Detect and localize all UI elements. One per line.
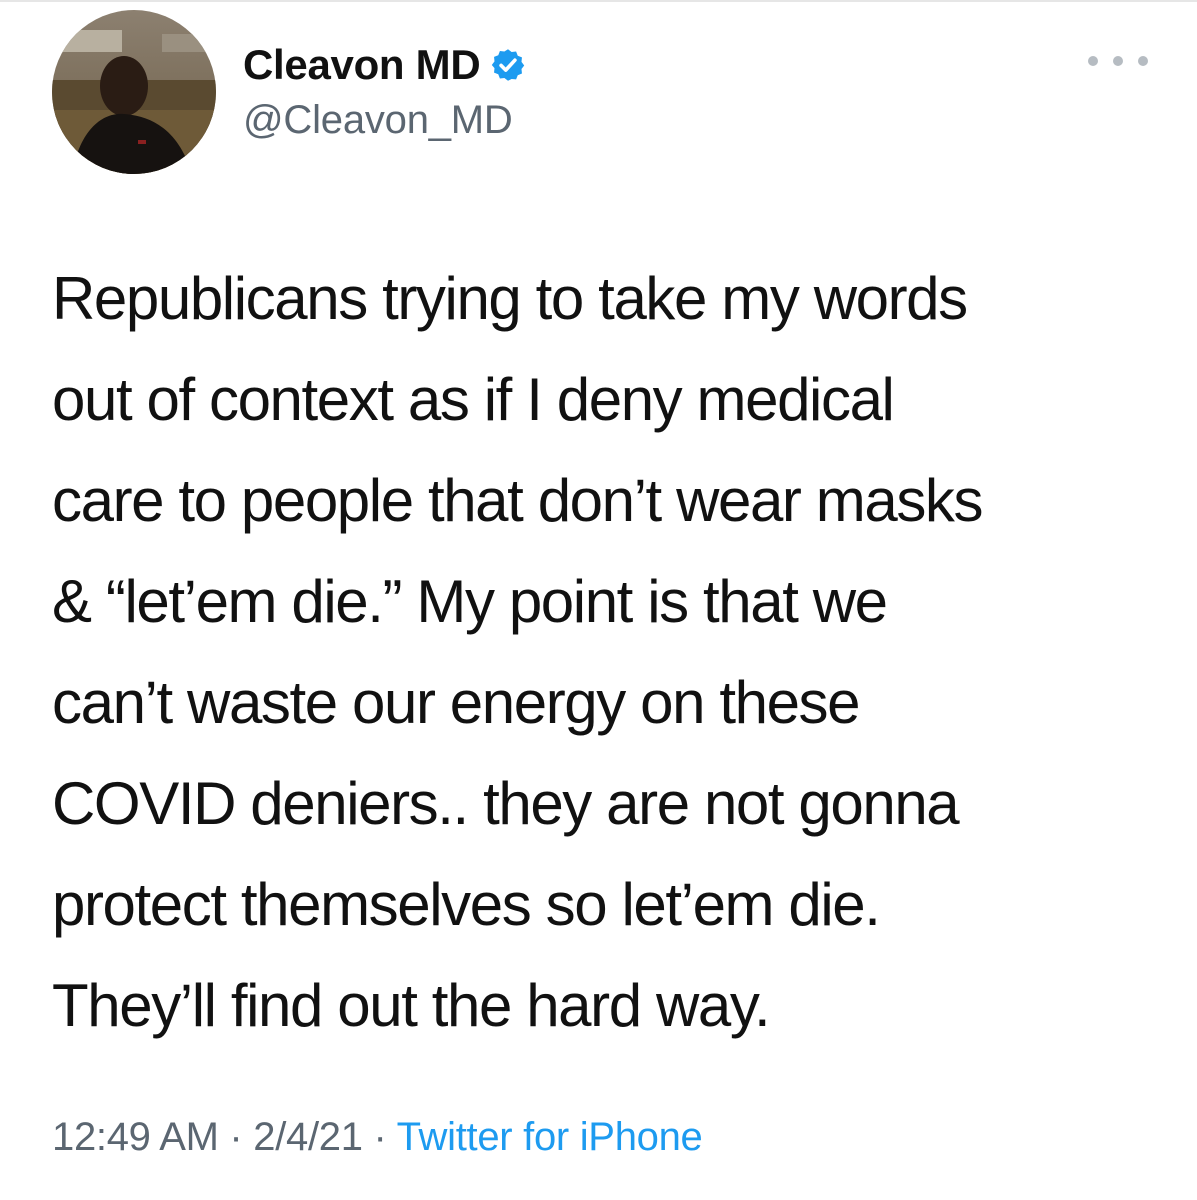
author-handle[interactable]: @Cleavon_MD <box>243 98 526 143</box>
tweet-line: Republicans trying to take my words <box>52 265 968 332</box>
tweet-card: Cleavon MD @Cleavon_MD Republicans tryin… <box>0 0 1197 1200</box>
tweet-line: They’ll find out the hard way. <box>52 972 771 1039</box>
meta-separator: · <box>218 1115 254 1159</box>
tweet-source-link[interactable]: Twitter for iPhone <box>397 1115 703 1159</box>
tweet-line: COVID deniers.. they are not gonna <box>52 770 960 837</box>
name-row: Cleavon MD <box>243 38 526 92</box>
more-dot <box>1113 56 1123 66</box>
tweet-meta: 12:49 AM · 2/4/21 · Twitter for iPhone <box>52 1115 703 1160</box>
avatar-photo <box>52 10 216 174</box>
tweet-line: can’t waste our energy on these <box>52 669 861 736</box>
tweet-date[interactable]: 2/4/21 <box>253 1115 363 1159</box>
tweet-text: Republicans trying to take my words out … <box>52 248 1172 1056</box>
tweet-line: care to people that don’t wear masks <box>52 467 984 534</box>
tweet-time[interactable]: 12:49 AM <box>52 1115 219 1159</box>
author-block: Cleavon MD @Cleavon_MD <box>243 38 526 143</box>
verified-badge-icon <box>490 47 526 83</box>
more-dot <box>1138 56 1148 66</box>
tweet-line: out of context as if I deny medical <box>52 366 895 433</box>
more-options-icon[interactable] <box>1088 46 1148 76</box>
tweet-line: protect themselves so let’em die. <box>52 871 881 938</box>
tweet-line: & “let’em die.” My point is that we <box>52 568 888 635</box>
author-avatar[interactable] <box>52 10 216 174</box>
author-display-name[interactable]: Cleavon MD <box>243 41 481 89</box>
meta-separator: · <box>362 1115 397 1159</box>
more-dot <box>1088 56 1098 66</box>
